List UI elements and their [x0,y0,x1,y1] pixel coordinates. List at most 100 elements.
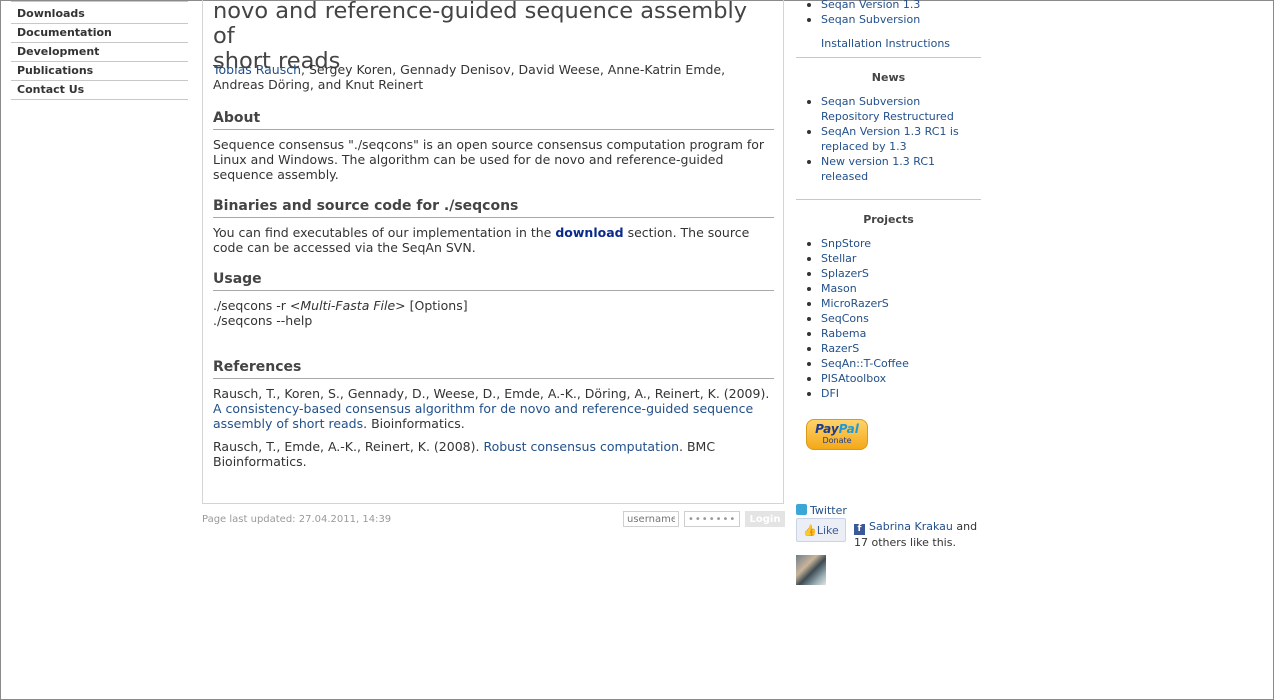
twitter-link[interactable]: Twitter [796,504,847,517]
project-link[interactable]: Rabema [821,327,866,340]
project-link[interactable]: DFI [821,387,839,400]
seqan-subversion-link[interactable]: Seqan Subversion [821,13,920,26]
usage-heading: Usage [213,271,774,291]
paypal-logo: PayPal [807,422,867,436]
list-item: Seqan Subversion [796,12,981,27]
twitter-icon [796,504,807,515]
project-link[interactable]: SeqCons [821,312,869,325]
bullet-icon [807,257,811,261]
facebook-like-button[interactable]: 👍Like [796,518,846,542]
list-item: PISAtoolbox [796,371,981,386]
ref2-prefix: Rausch, T., Emde, A.-K., Reinert, K. (20… [213,439,484,454]
nav-item-publications[interactable]: Publications [11,62,188,81]
bullet-icon [807,18,811,22]
news-heading: News [871,71,906,84]
usage-line-1-suffix: > [Options] [395,298,468,313]
bullet-icon [807,3,811,7]
bullet-icon [807,392,811,396]
project-link[interactable]: SplazerS [821,267,869,280]
authors: Tobias Rausch, Sergey Koren, Gennady Den… [213,62,778,92]
facebook-user-link[interactable]: Sabrina Krakau [869,520,953,533]
bullet-icon [807,377,811,381]
list-item: SnpStore [796,236,981,251]
facebook-like-text: f Sabrina Krakau and 17 others like this. [854,519,984,550]
news-link[interactable]: SeqAn Version 1.3 RC1 is replaced by 1.3 [821,125,959,153]
list-item: Rabema [796,326,981,341]
main-content: novo and reference-guided sequence assem… [202,0,784,504]
bullet-icon [807,272,811,276]
list-item: DFI [796,386,981,401]
list-item: Stellar [796,251,981,266]
bullet-icon [807,362,811,366]
list-item: Seqan Version 1.3 [796,0,981,12]
list-item: SeqCons [796,311,981,326]
binaries-text: You can find executables of our implemen… [213,225,774,255]
seqan-version-link[interactable]: Seqan Version 1.3 [821,0,920,11]
usage-line-2: ./seqcons --help [213,313,313,328]
left-nav: Downloads Documentation Development Publ… [11,1,188,100]
bullet-icon [807,317,811,321]
project-link[interactable]: Stellar [821,252,856,265]
ref1-suffix: . Bioinformatics. [363,416,465,431]
binaries-text-before: You can find executables of our implemen… [213,225,556,240]
usage-line-1-prefix: ./seqcons -r < [213,298,301,313]
project-link[interactable]: RazerS [821,342,859,355]
project-link[interactable]: PISAtoolbox [821,372,886,385]
bullet-icon [807,287,811,291]
project-link[interactable]: Mason [821,282,857,295]
reference-2: Rausch, T., Emde, A.-K., Reinert, K. (20… [213,439,774,469]
paypal-logo-pay: Pay [815,422,839,436]
installation-instructions-link[interactable]: Installation Instructions [821,37,1006,50]
ref1-prefix: Rausch, T., Koren, S., Gennady, D., Wees… [213,386,770,401]
news-link[interactable]: New version 1.3 RC1 released [821,155,935,183]
like-label: Like [816,523,839,537]
about-heading: About [213,110,774,130]
project-link[interactable]: SeqAn::T-Coffee [821,357,909,370]
project-link[interactable]: MicroRazerS [821,297,889,310]
password-input[interactable] [684,511,740,527]
author-link[interactable]: Tobias Rausch [213,62,301,77]
list-item: Seqan Subversion Repository Restructured [796,94,971,124]
list-item: MicroRazerS [796,296,981,311]
bullet-icon [807,130,811,134]
login-button[interactable]: Login [745,511,785,527]
ref2-link[interactable]: Robust consensus computation [483,439,679,454]
reference-1: Rausch, T., Koren, S., Gennady, D., Wees… [213,386,774,431]
paypal-donate-label: Donate [822,436,852,445]
nav-item-contact-us[interactable]: Contact Us [11,81,188,100]
bullet-icon [807,100,811,104]
bullet-icon [807,332,811,336]
project-link[interactable]: SnpStore [821,237,871,250]
bullet-icon [807,160,811,164]
facebook-icon: f [854,524,865,535]
news-link[interactable]: Seqan Subversion Repository Restructured [821,95,954,123]
list-item: Mason [796,281,981,296]
nav-item-development[interactable]: Development [11,43,188,62]
news-list: Seqan Subversion Repository Restructured… [796,94,971,184]
list-item: SplazerS [796,266,981,281]
sidebar-divider [796,57,981,58]
paypal-donate-button[interactable]: PayPal Donate [806,419,868,450]
paypal-logo-pal: Pal [838,422,859,436]
avatar[interactable] [796,555,826,585]
bullet-icon [807,302,811,306]
nav-item-downloads[interactable]: Downloads [11,5,188,24]
nav-item-documentation[interactable]: Documentation [11,24,188,43]
ref1-link[interactable]: A consistency-based consensus algorithm … [213,401,753,431]
page-title-line-1: novo and reference-guided sequence assem… [213,0,748,49]
list-item: New version 1.3 RC1 released [796,154,971,184]
references-heading: References [213,359,774,379]
list-item: SeqAn Version 1.3 RC1 is replaced by 1.3 [796,124,971,154]
username-input[interactable] [623,511,679,527]
list-item: RazerS [796,341,981,356]
twitter-label: Twitter [810,504,847,517]
page-updated-text: Page last updated: 27.04.2011, 14:39 [202,514,392,525]
bullet-icon [807,347,811,351]
bullet-icon [807,242,811,246]
usage-line-1-italic: Multi-Fasta File [300,298,396,313]
about-text: Sequence consensus "./seqcons" is an ope… [213,137,765,182]
download-link[interactable]: download [555,225,623,240]
binaries-heading: Binaries and source code for ./seqcons [213,198,774,218]
projects-heading: Projects [863,213,914,226]
usage-text: ./seqcons -r <Multi-Fasta File> [Options… [213,298,774,328]
